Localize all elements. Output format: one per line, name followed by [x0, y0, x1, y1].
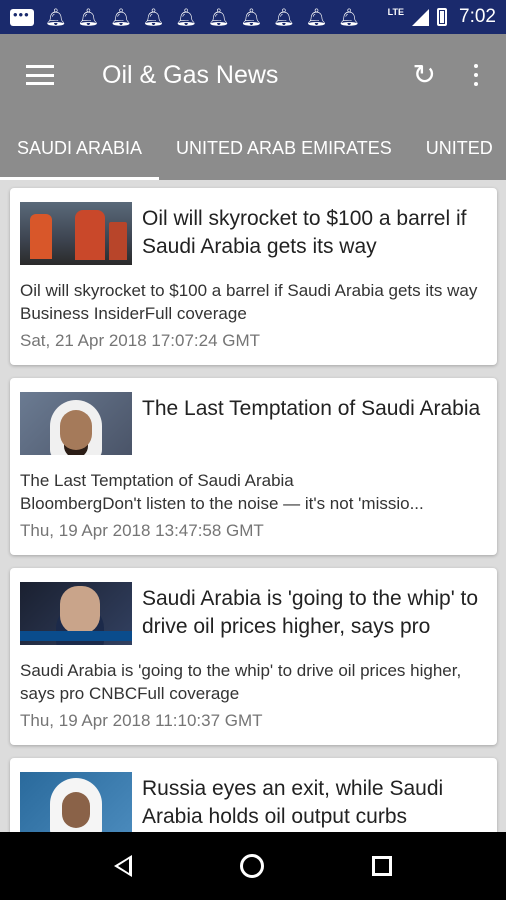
navigation-bar	[0, 832, 506, 900]
bell-icon: 🔔︎	[240, 7, 263, 27]
news-card[interactable]: The Last Temptation of Saudi Arabia The …	[10, 378, 497, 555]
bell-icon: 🔔︎	[338, 7, 360, 27]
hamburger-icon[interactable]	[26, 65, 54, 85]
recent-apps-icon[interactable]	[372, 856, 392, 876]
system-icons: LTE 7:02	[388, 6, 496, 28]
signal-icon	[412, 8, 430, 26]
article-date: Sat, 21 Apr 2018 17:07:24 GMT	[20, 331, 261, 350]
message-icon	[10, 7, 34, 26]
bell-icon: 🔔︎	[273, 7, 295, 27]
bell-icon: 🔔︎	[305, 7, 328, 27]
article-thumbnail	[20, 392, 132, 455]
bell-icon: 🔔︎	[45, 7, 67, 27]
article-summary: Saudi Arabia is 'going to the whip' to d…	[20, 661, 462, 703]
article-summary: The Last Temptation of Saudi Arabia Bloo…	[20, 469, 485, 515]
home-icon[interactable]	[240, 854, 264, 878]
more-vert-icon[interactable]	[474, 64, 478, 86]
bell-icon: 🔔︎	[207, 7, 230, 27]
bell-icon: 🔔︎	[110, 7, 132, 27]
article-summary-line: BloombergDon't listen to the noise — it'…	[20, 494, 424, 513]
bell-icon: 🔔︎	[142, 7, 165, 27]
clock: 7:02	[459, 6, 496, 27]
news-card[interactable]: Saudi Arabia is 'going to the whip' to d…	[10, 568, 497, 745]
app-bar: Oil & Gas News ↻	[0, 34, 506, 116]
news-card[interactable]: Oil will skyrocket to $100 a barrel if S…	[10, 188, 497, 365]
article-title: Oil will skyrocket to $100 a barrel if S…	[142, 207, 467, 258]
article-summary: Oil will skyrocket to $100 a barrel if S…	[20, 281, 478, 323]
app-title: Oil & Gas News	[102, 60, 279, 89]
article-thumbnail	[20, 772, 132, 832]
tab-united[interactable]: UNITED	[409, 116, 506, 180]
back-icon[interactable]	[114, 855, 132, 877]
article-title: Saudi Arabia is 'going to the whip' to d…	[142, 587, 479, 638]
article-date: Thu, 19 Apr 2018 11:10:37 GMT	[20, 711, 263, 730]
bell-icon: 🔔︎	[77, 7, 100, 27]
notification-icons: 🔔︎ 🔔︎ 🔔︎ 🔔︎ 🔔︎ 🔔︎ 🔔︎ 🔔︎ 🔔︎ 🔔︎	[10, 7, 388, 27]
article-summary-line: The Last Temptation of Saudi Arabia	[20, 471, 294, 490]
tab-bar: SAUDI ARABIA UNITED ARAB EMIRATES UNITED	[0, 116, 506, 180]
article-title: Russia eyes an exit, while Saudi Arabia …	[142, 777, 444, 828]
news-feed[interactable]: Oil will skyrocket to $100 a barrel if S…	[0, 180, 506, 832]
tab-united-arab-emirates[interactable]: UNITED ARAB EMIRATES	[159, 116, 409, 180]
article-title: The Last Temptation of Saudi Arabia	[142, 397, 481, 420]
network-type: LTE	[387, 7, 405, 17]
bell-icon: 🔔︎	[175, 7, 197, 27]
status-bar: 🔔︎ 🔔︎ 🔔︎ 🔔︎ 🔔︎ 🔔︎ 🔔︎ 🔔︎ 🔔︎ 🔔︎ LTE 7:02	[0, 0, 506, 34]
tab-saudi-arabia[interactable]: SAUDI ARABIA	[0, 116, 160, 180]
article-thumbnail	[20, 582, 132, 645]
article-thumbnail	[20, 202, 132, 265]
news-card[interactable]: Russia eyes an exit, while Saudi Arabia …	[10, 758, 497, 832]
refresh-icon[interactable]: ↻	[413, 61, 436, 89]
battery-icon	[437, 8, 448, 26]
article-date: Thu, 19 Apr 2018 13:47:58 GMT	[20, 521, 264, 540]
